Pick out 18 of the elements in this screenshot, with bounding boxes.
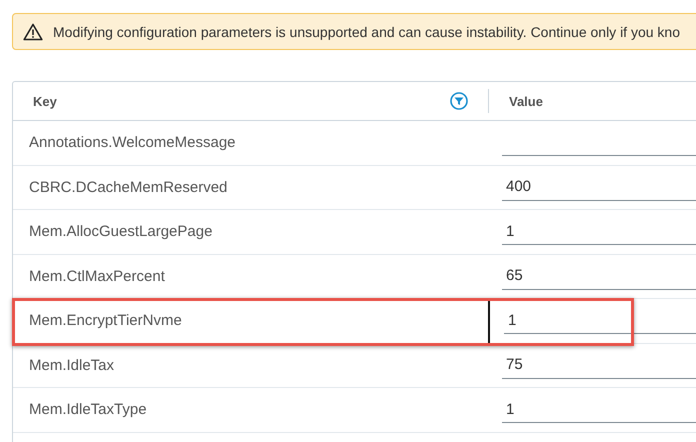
value-field[interactable]: 400: [502, 174, 696, 201]
value-field[interactable]: 75: [502, 352, 696, 379]
value-field[interactable]: 1: [502, 396, 696, 424]
key-cell-text: Mem.IdleTax: [28, 356, 116, 374]
value-field[interactable]: 1: [504, 307, 696, 334]
key-cell-text: Mem.AllocGuestLargePage: [28, 223, 214, 240]
warning-text: Modifying configuration parameters is unsupported and can cause instability. Continue only if you kno: [53, 24, 680, 40]
value-field[interactable]: 1: [502, 218, 696, 246]
key-cell-text: CBRC.DCacheMemReserved: [28, 178, 228, 196]
filter-icon[interactable]: [450, 92, 468, 110]
key-cell-text: Annotations.WelcomeMessage: [28, 134, 236, 152]
column-header: Key: [33, 94, 57, 108]
key-cell-text: Mem.IdleTaxType: [28, 401, 148, 418]
key-cell-text: Mem.CtlMaxPercent: [28, 268, 166, 285]
column-header: Value: [509, 94, 543, 108]
warning-icon: [23, 22, 43, 40]
value-field[interactable]: 65: [502, 262, 696, 290]
key-cell-text: Mem.EncryptTierNvme: [28, 312, 183, 330]
